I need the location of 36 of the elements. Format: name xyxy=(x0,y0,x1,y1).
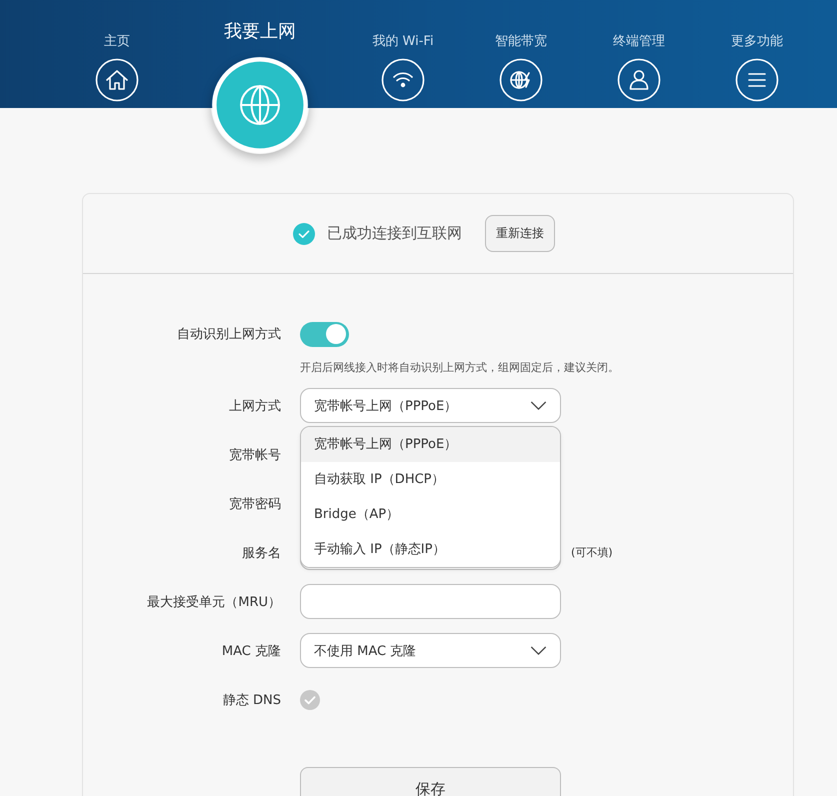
globe-icon xyxy=(211,56,309,154)
chevron-down-icon xyxy=(530,401,547,410)
wifi-icon xyxy=(381,58,425,102)
chevron-down-icon xyxy=(530,646,547,655)
nav-tab[interactable]: 我要上网 xyxy=(176,0,344,154)
dropdown-option[interactable]: 手动输入 IP（静态IP） xyxy=(301,532,560,567)
field-label: 自动识别上网方式 xyxy=(176,326,281,343)
dropdown-option[interactable]: 自动获取 IP（DHCP） xyxy=(301,462,560,497)
connection-status: 已成功连接到互联网 xyxy=(327,224,462,243)
home-icon xyxy=(95,58,139,102)
person-icon xyxy=(617,58,661,102)
field-label: 宽带密码 xyxy=(228,496,281,512)
dropdown-field[interactable]: 宽带帐号上网（PPPoE） xyxy=(300,388,561,423)
nav-tab[interactable]: 终端管理 xyxy=(580,0,698,102)
nav-tab[interactable]: 更多功能 xyxy=(698,0,816,102)
menu-icon xyxy=(735,58,779,102)
reconnect-button[interactable]: 重新连接 xyxy=(485,215,555,252)
field-label: 静态 DNS xyxy=(222,692,281,708)
globe-lightning-icon xyxy=(499,58,543,102)
nav-tab[interactable]: 智能带宽 xyxy=(462,0,580,102)
field-label: 上网方式 xyxy=(228,398,281,414)
checkbox[interactable] xyxy=(300,690,320,710)
field-label: MAC 克隆 xyxy=(220,642,281,660)
hint-text: 开启后网线接入时将自动识别上网方式，组网固定后，建议关闭。 xyxy=(300,360,619,374)
input-field[interactable] xyxy=(300,584,561,619)
field-label: 服务名 xyxy=(241,544,281,562)
toggle-switch[interactable] xyxy=(300,322,349,346)
dropdown-option[interactable]: 宽带帐号上网（PPPoE） xyxy=(301,427,560,462)
dropdown-option[interactable]: Bridge（AP） xyxy=(301,497,560,532)
nav-tab[interactable]: 我的 Wi-Fi xyxy=(344,0,462,102)
dropdown-field[interactable]: 不使用 MAC 克隆 xyxy=(300,633,561,668)
field-label: 最大接受单元（MRU） xyxy=(146,594,281,610)
optional-note: (可不填) xyxy=(571,545,614,560)
save-button[interactable]: 保存 xyxy=(300,767,561,796)
field-label: 宽带帐号 xyxy=(228,446,281,464)
nav-tab[interactable]: 主页 xyxy=(58,0,176,102)
